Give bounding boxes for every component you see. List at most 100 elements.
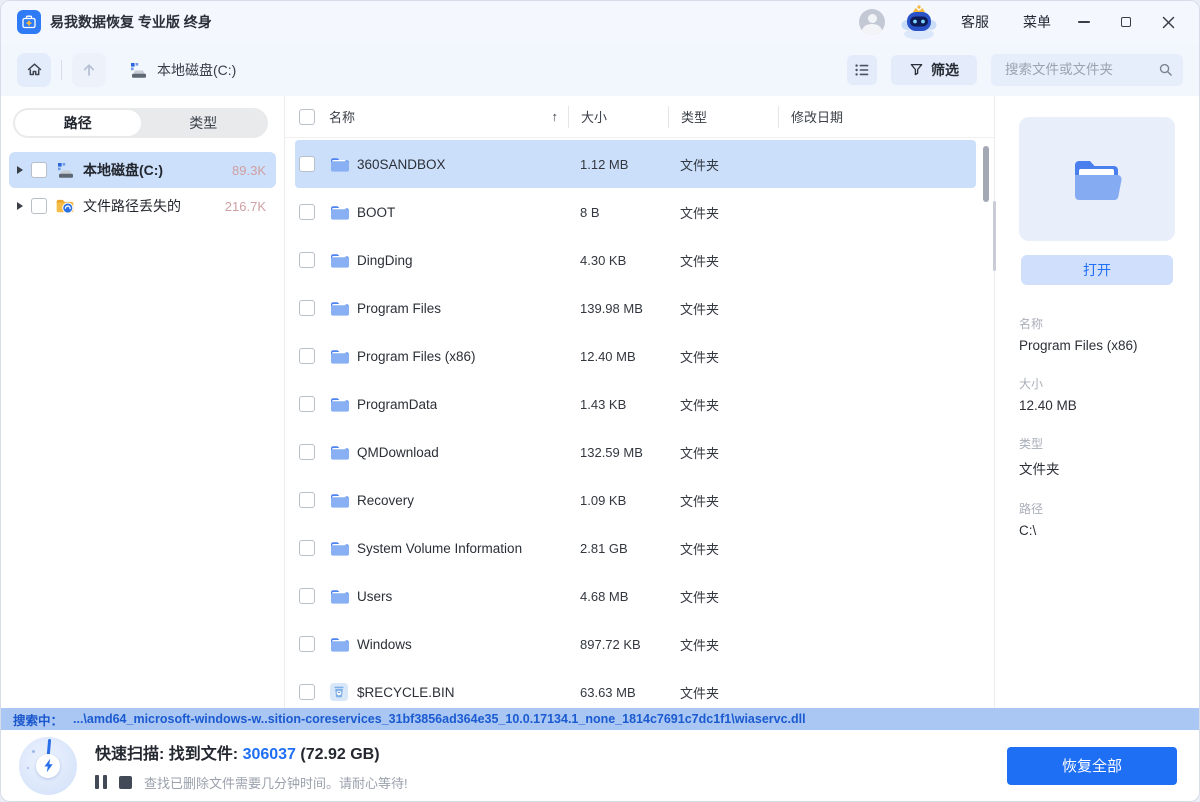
file-table: 名称 ↑ 大小 类型 修改日期 360SANDBOX 1.12 MB 文件夹 B… (285, 96, 994, 708)
user-avatar[interactable] (859, 9, 885, 35)
navigate-up-button[interactable] (72, 52, 106, 87)
row-checkbox[interactable] (299, 396, 315, 412)
status-bar: 搜索中： ...\amd64_microsoft-windows-w..siti… (1, 708, 1199, 730)
close-button[interactable] (1153, 7, 1183, 37)
table-row[interactable]: ProgramData 1.43 KB 文件夹 (295, 380, 976, 428)
row-checkbox[interactable] (299, 492, 315, 508)
folder-preview-icon (1075, 161, 1122, 200)
file-size: 132.59 MB (580, 444, 643, 460)
table-row[interactable]: $RECYCLE.BIN 63.63 MB 文件夹 (295, 668, 976, 708)
breadcrumb-label: 本地磁盘(C:) (157, 61, 237, 78)
minimize-button[interactable] (1069, 7, 1099, 37)
table-row[interactable]: QMDownload 132.59 MB 文件夹 (295, 428, 976, 476)
table-row[interactable]: Program Files 139.98 MB 文件夹 (295, 284, 976, 332)
assistant-mascot-icon[interactable] (899, 4, 939, 40)
table-scrollbar[interactable] (983, 146, 989, 202)
lightning-icon (36, 753, 60, 778)
column-size[interactable]: 大小 (568, 105, 668, 128)
table-row[interactable]: Program Files (x86) 12.40 MB 文件夹 (295, 332, 976, 380)
file-name: DingDing (357, 252, 413, 268)
view-mode-button[interactable] (847, 54, 877, 85)
tree-item-count: 216.7K (224, 198, 266, 214)
detail-field-size: 大小 12.40 MB (1019, 377, 1077, 413)
expand-arrow-icon[interactable] (17, 166, 23, 174)
table-row[interactable]: BOOT 8 B 文件夹 (295, 188, 976, 236)
row-checkbox[interactable] (299, 444, 315, 460)
recover-all-button[interactable]: 恢复全部 (1007, 746, 1177, 785)
panel-splitter[interactable] (993, 201, 996, 271)
file-size: 4.30 KB (580, 252, 627, 268)
column-type[interactable]: 类型 (668, 105, 778, 128)
file-name: 360SANDBOX (357, 156, 446, 172)
row-checkbox[interactable] (299, 540, 315, 556)
tree-item-count: 89.3K (232, 162, 266, 178)
maximize-button[interactable] (1111, 7, 1141, 37)
footer-bar: 快速扫描: 找到文件: 306037 (72.92 GB) 查找已删除文件需要几… (1, 730, 1199, 801)
select-all-checkbox[interactable] (299, 108, 315, 125)
close-icon (1162, 16, 1174, 28)
lost-folder-icon (56, 199, 74, 214)
expand-arrow-icon[interactable] (17, 202, 23, 210)
customer-service-link[interactable]: 客服 (961, 12, 989, 32)
file-size: 12.40 MB (580, 348, 636, 364)
table-row[interactable]: Recovery 1.09 KB 文件夹 (295, 476, 976, 524)
file-type: 文件夹 (680, 397, 720, 413)
column-modified[interactable]: 修改日期 (778, 105, 976, 128)
title-bar: 易我数据恢复 专业版 终身 客服 菜单 (1, 1, 1199, 43)
file-size: 2.81 GB (580, 540, 628, 556)
column-name[interactable]: 名称 ↑ (321, 106, 568, 128)
row-checkbox[interactable] (299, 300, 315, 316)
minimize-icon (1078, 21, 1090, 23)
tree-item-lost-path[interactable]: 文件路径丢失的 216.7K (9, 188, 276, 224)
file-type: 文件夹 (680, 685, 720, 701)
tree-checkbox[interactable] (31, 162, 47, 178)
drive-icon (58, 163, 73, 178)
row-checkbox[interactable] (299, 348, 315, 364)
row-checkbox[interactable] (299, 204, 315, 220)
home-icon (27, 63, 41, 76)
stop-button[interactable] (119, 775, 132, 789)
row-checkbox[interactable] (299, 156, 315, 172)
folder-icon (331, 542, 349, 556)
sort-asc-icon[interactable]: ↑ (552, 109, 559, 124)
arrow-up-icon (83, 63, 95, 76)
drive-icon (131, 62, 146, 78)
app-logo-icon (17, 10, 41, 34)
file-type: 文件夹 (680, 493, 720, 509)
table-row[interactable]: Windows 897.72 KB 文件夹 (295, 620, 976, 668)
search-box[interactable] (991, 53, 1183, 86)
list-view-icon (855, 63, 869, 76)
row-checkbox[interactable] (299, 636, 315, 652)
row-checkbox[interactable] (299, 588, 315, 604)
folder-icon (331, 494, 349, 508)
table-row[interactable]: System Volume Information 2.81 GB 文件夹 (295, 524, 976, 572)
row-checkbox[interactable] (299, 684, 315, 700)
file-name: $RECYCLE.BIN (357, 684, 455, 700)
file-name: QMDownload (357, 444, 439, 460)
table-row[interactable]: DingDing 4.30 KB 文件夹 (295, 236, 976, 284)
filter-button[interactable]: 筛选 (891, 54, 977, 85)
menu-link[interactable]: 菜单 (1023, 12, 1051, 32)
search-input[interactable] (1005, 62, 1158, 77)
tree-checkbox[interactable] (31, 198, 47, 214)
tab-type[interactable]: 类型 (141, 110, 267, 136)
file-size: 63.63 MB (580, 684, 636, 700)
toolbar: 本地磁盘(C:) 筛选 (1, 43, 1199, 96)
breadcrumb[interactable]: 本地磁盘(C:) (128, 60, 236, 80)
row-checkbox[interactable] (299, 252, 315, 268)
sidebar-tabs: 路径 类型 (13, 108, 268, 138)
search-icon (1159, 63, 1172, 76)
file-type: 文件夹 (680, 301, 720, 317)
tab-path[interactable]: 路径 (15, 110, 141, 136)
pause-button[interactable] (95, 775, 107, 789)
file-size: 4.68 MB (580, 588, 629, 604)
detail-field-name: 名称 Program Files (x86) (1019, 317, 1138, 353)
found-count: 306037 (242, 745, 296, 763)
folder-tree: 本地磁盘(C:) 89.3K 文件路径丢失的 216.7K (1, 152, 284, 224)
file-type: 文件夹 (680, 637, 720, 653)
open-button[interactable]: 打开 (1021, 255, 1173, 285)
table-row[interactable]: 360SANDBOX 1.12 MB 文件夹 (295, 140, 976, 188)
home-button[interactable] (17, 52, 51, 87)
table-row[interactable]: Users 4.68 MB 文件夹 (295, 572, 976, 620)
tree-item-local-disk[interactable]: 本地磁盘(C:) 89.3K (9, 152, 276, 188)
